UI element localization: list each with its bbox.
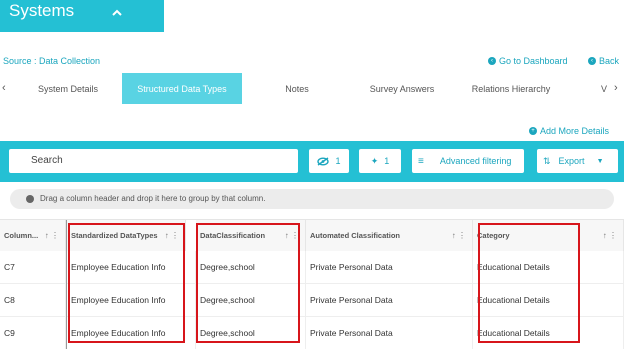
column-header-column[interactable]: Column... ↑ ⋮ — [0, 220, 66, 251]
sort-menu-icon[interactable]: ↑ ⋮ — [452, 231, 466, 240]
page-title: Systems — [9, 1, 75, 20]
column-header-automated-classification[interactable]: Automated Classification ↑ ⋮ — [306, 220, 473, 251]
group-icon — [26, 195, 34, 203]
dashboard-link-label: Go to Dashboard — [499, 56, 568, 66]
column-header-label: Category — [477, 231, 510, 240]
search-input[interactable]: Search — [9, 149, 298, 173]
sort-menu-icon[interactable]: ↑ ⋮ — [165, 231, 179, 240]
tab-partial[interactable]: V — [598, 73, 610, 104]
table-cell: Employee Education Info — [67, 284, 196, 317]
tab-bar: ‹ System Details Structured Data Types N… — [0, 73, 624, 104]
column-header-standardized-datatypes[interactable]: Standardized DataTypes ↑ ⋮ — [67, 220, 186, 251]
export-label: Export — [558, 156, 585, 166]
hidden-columns-button[interactable]: 1 — [309, 149, 349, 173]
column-header-category[interactable]: Category ↑ ⋮ — [473, 220, 624, 251]
column-header-dataclassification[interactable]: DataClassification ↑ ⋮ — [196, 220, 306, 251]
tab-survey-answers[interactable]: Survey Answers — [352, 73, 452, 104]
column-header-label: Column... — [4, 231, 39, 240]
hidden-count: 1 — [335, 156, 341, 166]
back-link-label: Back — [599, 56, 620, 66]
pin-icon: ✦ — [370, 155, 379, 166]
group-by-drop-area[interactable]: Drag a column header and drop it here to… — [10, 189, 614, 209]
filter-lines-icon: ≡ — [418, 155, 424, 167]
table-cell: C8 — [0, 284, 66, 317]
column-header-label: Standardized DataTypes — [71, 231, 158, 240]
pinned-column-divider — [66, 220, 67, 349]
caret-down-icon: ▼ — [596, 157, 604, 165]
table-cell: C7 — [0, 251, 66, 284]
table-cell: Educational Details — [473, 317, 624, 349]
search-label: Search — [31, 155, 63, 166]
table-cell: Educational Details — [473, 251, 624, 284]
eye-slash-icon — [317, 156, 330, 166]
advanced-filtering-label: Advanced filtering — [439, 156, 512, 166]
sort-menu-icon[interactable]: ↑ ⋮ — [45, 231, 59, 240]
pinned-columns-button[interactable]: ✦ 1 — [359, 149, 401, 173]
source-label: Source : Data Collection — [3, 56, 101, 66]
table-cell: Degree,school — [196, 284, 306, 317]
add-more-label: Add More Details — [539, 126, 609, 136]
arrow-left-circle-icon: ‹ — [488, 57, 496, 65]
sort-menu-icon[interactable]: ↑ ⋮ — [285, 231, 299, 240]
sort-menu-icon[interactable]: ↑ ⋮ — [603, 231, 617, 240]
advanced-filtering-button[interactable]: ≡ Advanced filtering — [412, 149, 524, 173]
sort-arrows-icon: ⇅ — [543, 155, 551, 166]
table-cell: Private Personal Data — [306, 251, 473, 284]
tab-system-details[interactable]: System Details — [14, 73, 122, 104]
go-to-dashboard-link[interactable]: ‹ Go to Dashboard — [488, 56, 568, 66]
table-cell: Private Personal Data — [306, 317, 473, 349]
add-more-details-link[interactable]: + Add More Details — [528, 126, 609, 136]
plus-circle-icon: + — [528, 127, 537, 135]
tab-structured-data-types[interactable]: Structured Data Types — [122, 73, 242, 104]
table-cell: Degree,school — [196, 251, 306, 284]
export-button[interactable]: ⇅ Export ▼ — [537, 149, 618, 173]
column-header-label: Automated Classification — [310, 231, 401, 240]
tab-scroll-right-icon[interactable]: › — [614, 82, 618, 94]
pinned-count: 1 — [384, 156, 390, 166]
table-cell: Employee Education Info — [67, 251, 196, 284]
group-hint-text: Drag a column header and drop it here to… — [40, 194, 266, 203]
table-cell: Educational Details — [473, 284, 624, 317]
tab-relations-hierarchy[interactable]: Relations Hierarchy — [452, 73, 570, 104]
tab-scroll-left-icon[interactable]: ‹ — [2, 82, 6, 94]
chevron-up-icon — [112, 9, 122, 16]
table-cell: Employee Education Info — [67, 317, 196, 349]
table-cell: C9 — [0, 317, 66, 349]
table-cell: Private Personal Data — [306, 284, 473, 317]
table-cell: Degree,school — [196, 317, 306, 349]
systems-header-button[interactable]: Systems — [0, 0, 164, 32]
arrow-left-circle-icon: ‹ — [588, 57, 596, 65]
column-header-label: DataClassification — [200, 231, 266, 240]
back-link[interactable]: ‹ Back — [588, 56, 619, 66]
tab-notes[interactable]: Notes — [242, 73, 352, 104]
